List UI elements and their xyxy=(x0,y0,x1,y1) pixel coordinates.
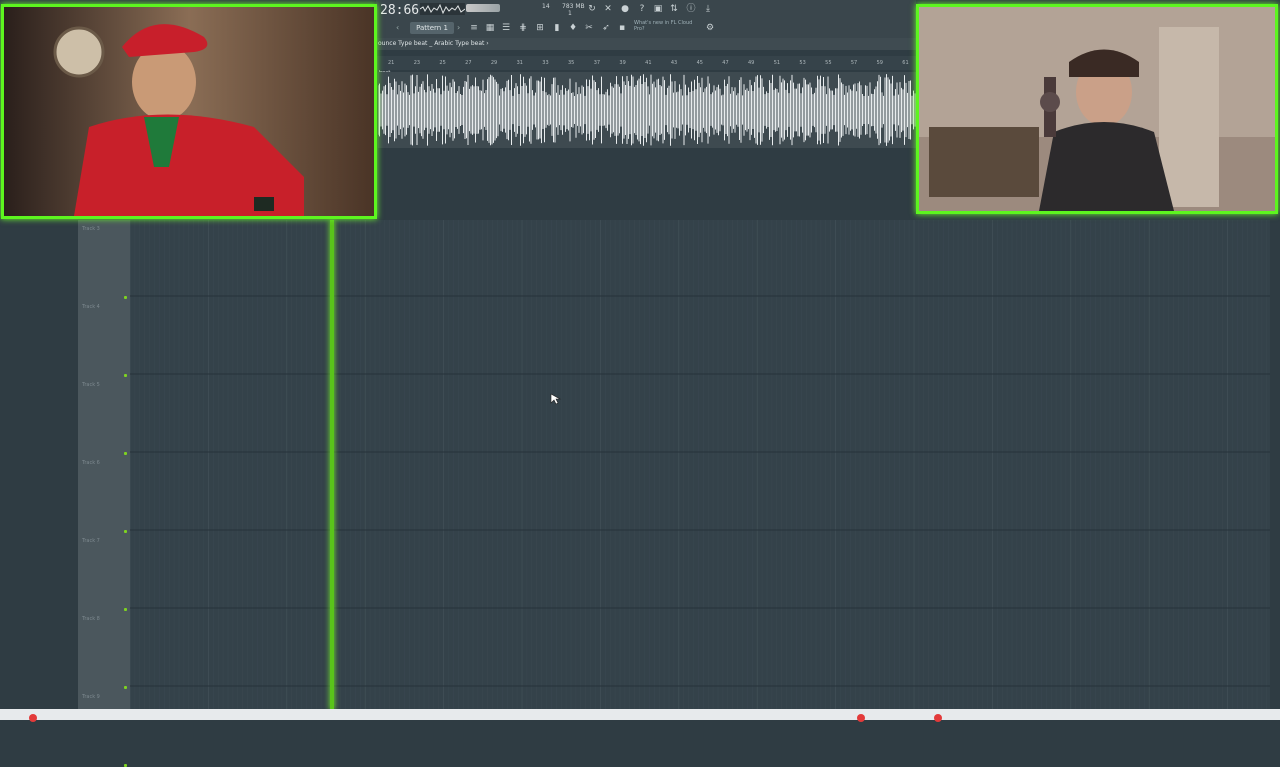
ruler-tick-label: 51 xyxy=(773,60,781,66)
mixer-icon[interactable]: ≡ xyxy=(468,22,480,34)
channel-rack-icon[interactable]: ▦ xyxy=(484,22,496,34)
song-time-display: 28:66 xyxy=(380,3,420,18)
ruler-tick-label: 33 xyxy=(542,60,549,66)
ruler-tick-label: 37 xyxy=(593,60,601,66)
track-mute-led[interactable] xyxy=(124,296,127,299)
track-header-column[interactable]: Track 3 Track 4 Track 5 Track 6 Track 7 Track… xyxy=(78,220,130,767)
ruler-tick-label: 39 xyxy=(619,60,626,66)
ruler-tick-label: 47 xyxy=(722,60,729,66)
touch-icon[interactable]: ♦ xyxy=(567,22,579,34)
mouse-cursor-icon xyxy=(550,393,562,405)
track-mute-led[interactable] xyxy=(124,374,127,377)
plugin-icon[interactable]: ⇅ xyxy=(668,3,680,15)
ruler-tick-label: 43 xyxy=(670,60,678,66)
ruler-tick-label: 21 xyxy=(388,60,395,66)
cpu-readout: 14 xyxy=(542,3,550,10)
ruler-tick-label: 41 xyxy=(645,60,652,66)
record-icon[interactable]: ● xyxy=(619,3,631,15)
notification-dot-icon xyxy=(857,714,865,722)
notification-dot-icon xyxy=(934,714,942,722)
track-label: Track 5 xyxy=(82,382,100,388)
track-label: Track 3 xyxy=(82,226,100,232)
track-label: Track 8 xyxy=(82,616,100,622)
track-label: Track 4 xyxy=(82,304,100,310)
pattern-prev-button[interactable]: ‹ xyxy=(396,22,406,34)
master-volume-slider[interactable] xyxy=(466,4,500,12)
ruler-tick-label: 53 xyxy=(799,60,806,66)
metronome-icon[interactable]: ↻ xyxy=(586,3,598,15)
piano-roll-icon[interactable]: ☰ xyxy=(500,22,512,34)
playlist-grid[interactable] xyxy=(130,220,1270,710)
plugin-picker-icon[interactable]: ▮ xyxy=(551,22,563,34)
track-label: Track 9 xyxy=(82,694,100,700)
help-icon[interactable]: ? xyxy=(636,3,648,15)
track-mute-led[interactable] xyxy=(124,686,127,689)
brush-icon[interactable]: ➶ xyxy=(600,22,612,34)
playlist-icon[interactable]: ⋕ xyxy=(517,22,529,34)
info-icon[interactable]: ⓘ xyxy=(685,3,697,15)
stamp-icon[interactable]: ▪ xyxy=(616,22,628,34)
ruler-tick-label: 31 xyxy=(516,60,523,66)
ruler-tick-label: 57 xyxy=(850,60,858,66)
webcam-overlay-right xyxy=(916,4,1278,214)
track-mute-led[interactable] xyxy=(124,530,127,533)
ruler-tick-label: 59 xyxy=(876,60,883,66)
browser-icon[interactable]: ⊞ xyxy=(534,22,546,34)
ruler-tick-label: 23 xyxy=(413,60,421,66)
pattern-selector[interactable]: Pattern 1 xyxy=(410,22,454,34)
ruler-ticks: 21 23 25 27 29 31 33 35 37 39 41 43 45 47 49 51 53 55 57 59… xyxy=(376,56,916,70)
save-icon[interactable]: ▣ xyxy=(652,3,664,15)
download-icon[interactable]: ⤓ xyxy=(702,3,714,15)
taskbar-strip xyxy=(0,709,1280,720)
ruler-tick-label: 61 xyxy=(902,60,909,66)
notification-dot-icon xyxy=(29,714,37,722)
ruler-tick-label: 55 xyxy=(825,60,832,66)
track-label: Track 7 xyxy=(82,538,100,544)
track-mute-led[interactable] xyxy=(124,452,127,455)
cut-icon[interactable]: ✂ xyxy=(583,22,595,34)
memory-readout: 783 MB xyxy=(562,3,585,10)
ruler-tick-label: 35 xyxy=(568,60,575,66)
ruler-tick-label: 25 xyxy=(439,60,446,66)
ruler-tick-label: 49 xyxy=(748,60,755,66)
ruler-tick-label: 29 xyxy=(490,60,498,66)
ruler-tick-label: 27 xyxy=(465,60,472,66)
ruler-tick-label: 45 xyxy=(696,60,703,66)
track-label: Track 6 xyxy=(82,460,100,466)
gear-icon[interactable]: ⚙ xyxy=(704,22,716,34)
webcam-overlay-left xyxy=(1,4,377,219)
breadcrumb[interactable]: ounce Type beat _ Arabic Type beat › xyxy=(378,38,489,50)
track-mute-led[interactable] xyxy=(124,608,127,611)
polyphony-readout: 1 xyxy=(568,10,572,17)
wait-icon[interactable]: ✕ xyxy=(602,3,614,15)
audio-clip-waveform[interactable] xyxy=(378,72,916,148)
cpu-waveform-monitor xyxy=(420,3,465,15)
pattern-next-button[interactable]: › xyxy=(457,22,465,34)
news-panel[interactable]: What's new in FL Cloud Pro? xyxy=(634,20,704,38)
playhead[interactable] xyxy=(330,220,334,710)
